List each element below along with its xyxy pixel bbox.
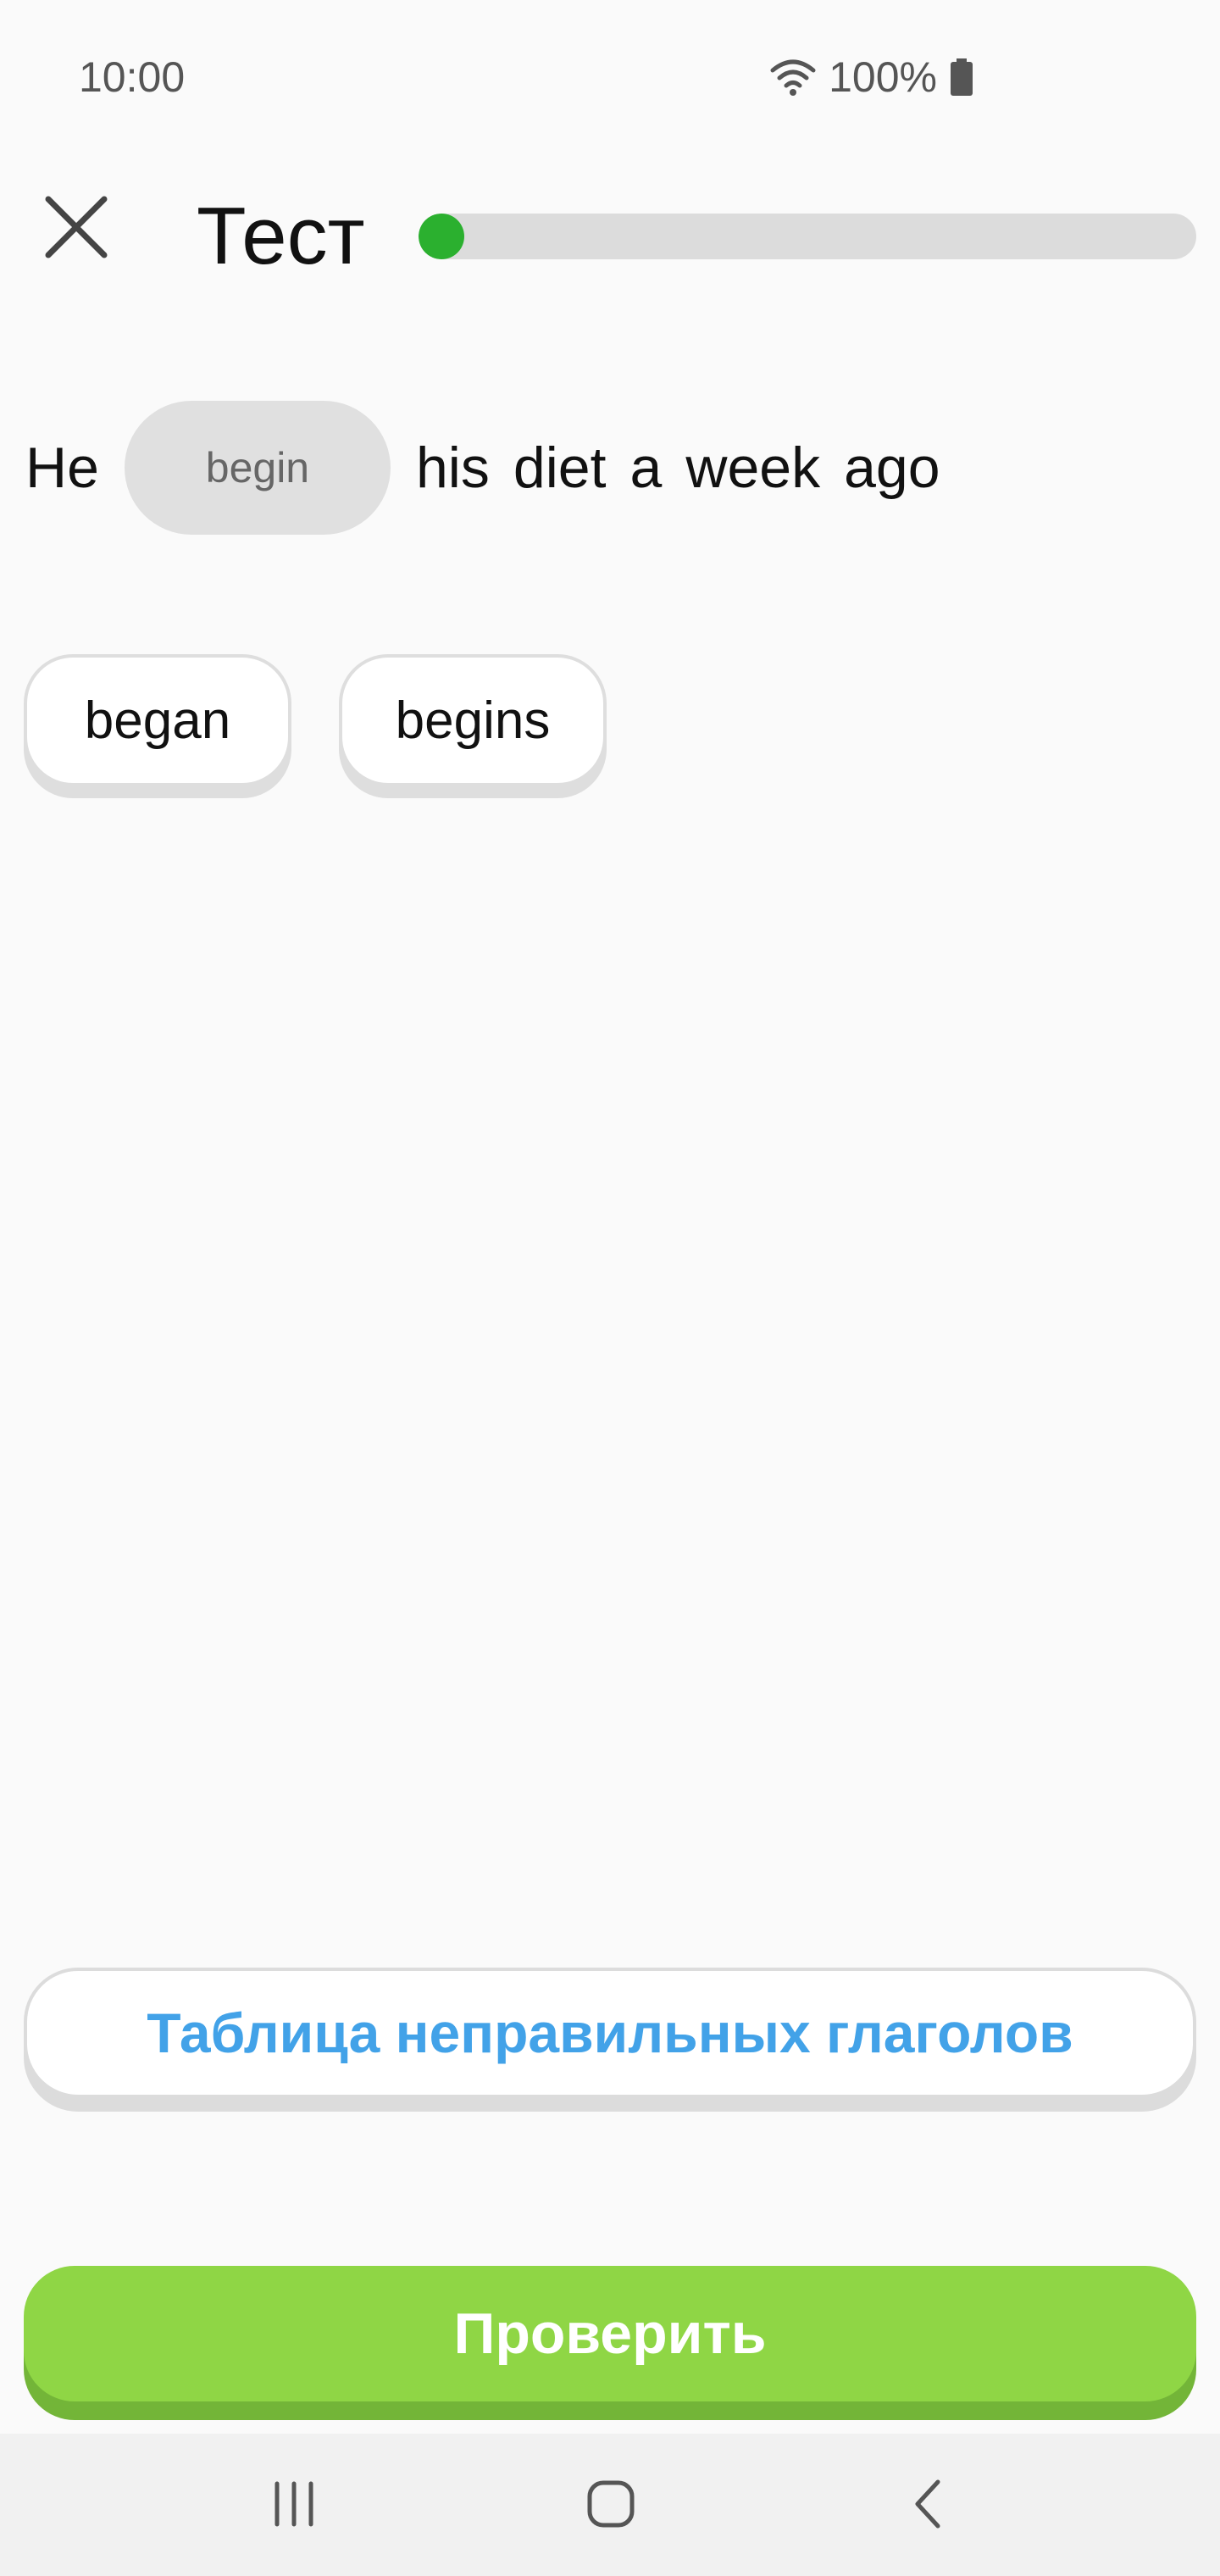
sentence-word: week: [685, 436, 821, 500]
check-button[interactable]: Проверить: [24, 2266, 1196, 2401]
sentence-prefix: He: [25, 436, 99, 500]
home-button[interactable]: [573, 2468, 649, 2544]
header: Тест: [0, 169, 1220, 305]
progress-bar: [419, 214, 1196, 259]
sentence-word: ago: [844, 436, 940, 500]
recents-button[interactable]: [256, 2468, 332, 2544]
choice-begins[interactable]: begins: [339, 654, 607, 786]
system-nav-bar: [0, 2434, 1220, 2576]
screen: 10:00 100% Тест He begin his diet a week…: [0, 0, 1220, 2576]
close-icon: [45, 196, 108, 263]
battery-icon: [949, 58, 974, 96]
question-sentence: He begin his diet a week ago: [25, 400, 940, 536]
back-icon: [911, 2479, 945, 2534]
sentence-word: diet: [513, 436, 607, 500]
answer-choices: began begins: [24, 654, 607, 786]
progress-fill: [419, 214, 464, 259]
battery-percentage: 100%: [829, 53, 937, 101]
sentence-word: his: [415, 436, 490, 500]
sentence-word: a: [629, 436, 663, 500]
recents-icon: [269, 2480, 319, 2532]
status-bar: 10:00 100%: [0, 0, 1220, 153]
page-title: Тест: [197, 191, 365, 281]
home-icon: [585, 2479, 636, 2534]
back-button[interactable]: [890, 2468, 966, 2544]
choice-began[interactable]: began: [24, 654, 291, 786]
blank-hint: begin: [205, 444, 310, 491]
irregular-verbs-table-button[interactable]: Таблица неправильных глаголов: [24, 1968, 1196, 2098]
wifi-icon: [769, 57, 817, 97]
answer-blank[interactable]: begin: [124, 401, 391, 535]
status-time: 10:00: [79, 53, 186, 101]
sentence-suffix: his diet a week ago: [416, 439, 940, 497]
status-right: 100%: [769, 53, 974, 102]
close-button[interactable]: [34, 186, 119, 271]
